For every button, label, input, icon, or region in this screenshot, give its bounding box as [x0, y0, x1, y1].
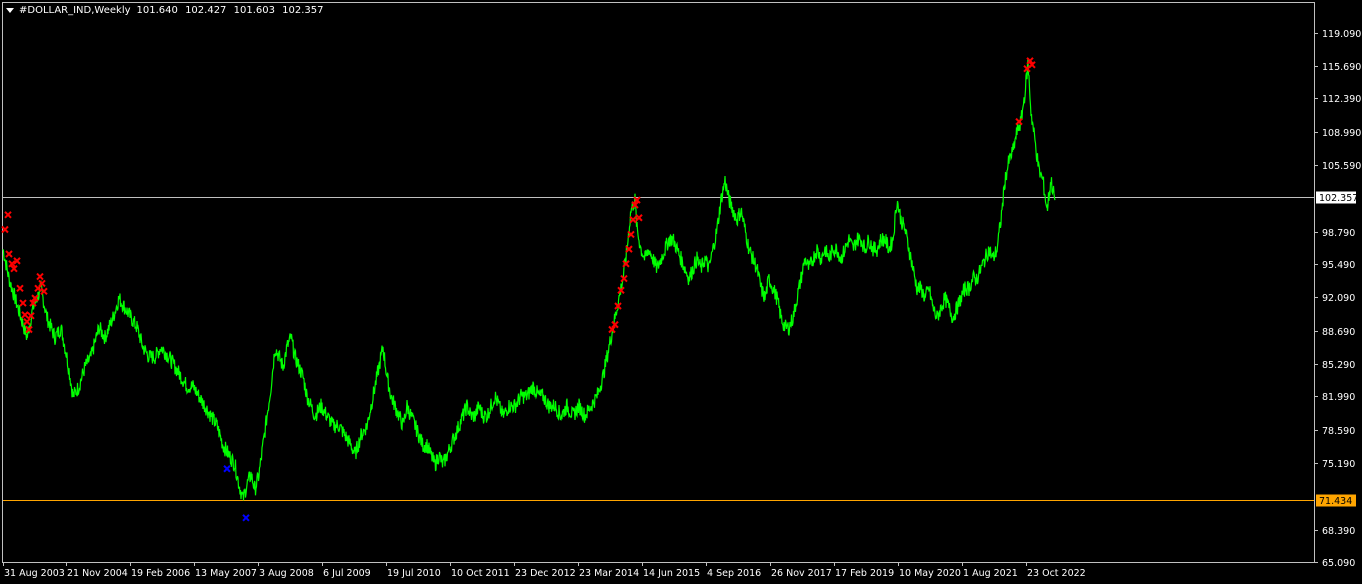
- y-tick-label: 78.590: [1322, 426, 1355, 437]
- x-tick-label: 4 Sep 2016: [707, 568, 761, 579]
- x-tick-label: 31 Aug 2003: [4, 568, 65, 579]
- y-tick-label: 85.290: [1322, 360, 1355, 371]
- y-tick-label: 108.990: [1322, 128, 1361, 139]
- y-tick-label: 95.490: [1322, 260, 1355, 271]
- sell-signal-mark: [36, 272, 44, 281]
- buy-signal-mark: [242, 514, 250, 522]
- sell-signal-mark: [23, 317, 31, 326]
- x-tick-label: 26 Nov 2017: [771, 568, 832, 579]
- sell-signal-mark: [4, 211, 12, 219]
- y-tick-label: 88.690: [1322, 327, 1355, 338]
- sell-signal-mark: [16, 284, 24, 293]
- sell-signal-mark: [1, 225, 9, 234]
- chart-header: #DOLLAR_IND,Weekly 101.640 102.427 101.6…: [6, 5, 328, 16]
- ohlc-values: 101.640 102.427 101.603 102.357: [137, 5, 328, 16]
- x-tick-label: 19 Feb 2006: [131, 568, 190, 579]
- x-tick-label: 23 Dec 2012: [515, 568, 576, 579]
- y-tick-label: 92.090: [1322, 293, 1355, 304]
- x-tick-label: 1 Aug 2021: [963, 568, 1018, 579]
- y-tick-label: 115.690: [1322, 62, 1361, 73]
- low-value: 101.603: [233, 5, 275, 16]
- x-tick-label: 23 Oct 2022: [1027, 568, 1086, 579]
- x-tick-label: 14 Jun 2015: [643, 568, 700, 579]
- chart-window[interactable]: 119.090 115.690 112.390 108.990 105.590 98.79…: [0, 0, 1362, 584]
- dropdown-triangle-icon[interactable]: [6, 8, 14, 13]
- y-tick-label: 75.190: [1322, 459, 1355, 470]
- y-tick-label: 65.090: [1322, 558, 1355, 569]
- x-tick-label: 10 Oct 2011: [451, 568, 510, 579]
- sell-signal-mark: [635, 214, 643, 222]
- sell-signal-mark: [5, 250, 13, 258]
- price-series-line[interactable]: [2, 58, 1056, 501]
- sell-signal-mark: [19, 299, 27, 307]
- y-tick-label: 112.390: [1322, 94, 1361, 105]
- x-tick-label: 13 May 2007: [195, 568, 257, 579]
- x-tick-label: 17 Feb 2019: [835, 568, 894, 579]
- sell-signal-mark: [21, 311, 29, 319]
- y-tick-label: 68.390: [1322, 526, 1355, 537]
- symbol-timeframe: #DOLLAR_IND,Weekly: [19, 5, 131, 16]
- y-tick-label: 98.790: [1322, 228, 1355, 239]
- current-price-label: 102.357: [1319, 193, 1358, 204]
- x-tick-label: 6 Jul 2009: [323, 568, 371, 579]
- buy-signal-mark: [223, 465, 231, 473]
- y-tick-label: 105.590: [1322, 161, 1361, 172]
- sell-signal-mark: [1015, 117, 1023, 126]
- sell-signal-mark: [629, 215, 637, 224]
- price-chart[interactable]: 119.090 115.690 112.390 108.990 105.590 98.79…: [0, 0, 1362, 584]
- level-price-label: 71.434: [1319, 496, 1352, 507]
- open-value: 101.640: [136, 5, 178, 16]
- x-tick-label: 23 Mar 2014: [579, 568, 639, 579]
- close-value: 102.357: [282, 5, 324, 16]
- y-tick-label: 119.090: [1322, 29, 1361, 40]
- x-tick-label: 3 Aug 2008: [259, 568, 314, 579]
- high-value: 102.427: [185, 5, 227, 16]
- x-tick-label: 21 Nov 2004: [67, 568, 128, 579]
- x-tick-label: 19 Jul 2010: [387, 568, 441, 579]
- y-tick-label: 81.990: [1322, 392, 1355, 403]
- x-tick-label: 10 May 2020: [899, 568, 961, 579]
